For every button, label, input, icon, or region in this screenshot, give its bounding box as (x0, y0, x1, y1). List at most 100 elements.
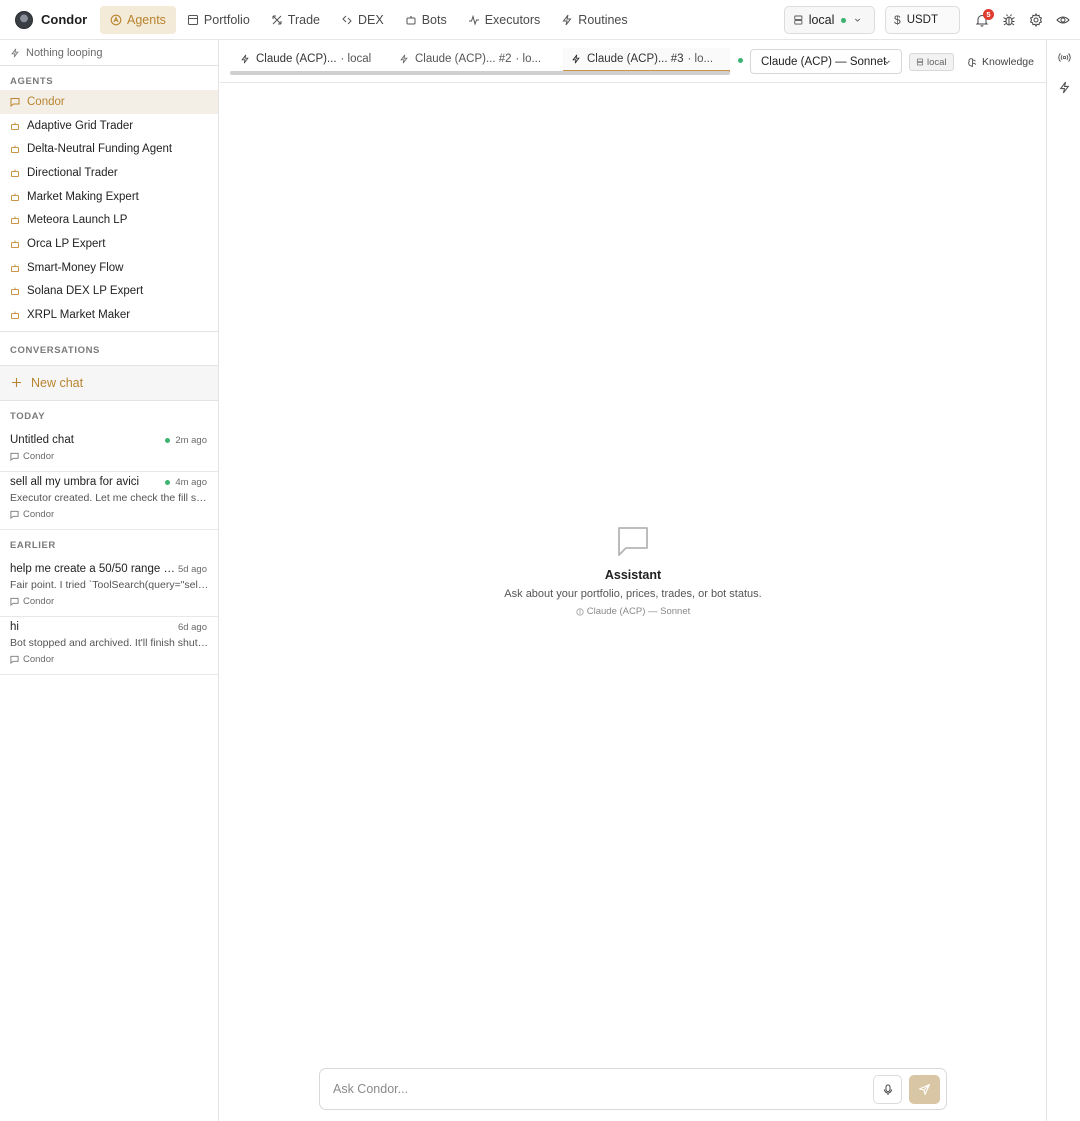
chat-icon (10, 452, 19, 461)
top-right-controls: local $ USDT 5 (784, 0, 1080, 40)
session-tabbar: Claude (ACP)... · local Claude (ACP)... … (220, 40, 1046, 83)
agent-label: Delta-Neutral Funding Agent (27, 143, 173, 156)
model-icon (576, 607, 584, 616)
conversation-title: help me create a 50/50 range in... (10, 562, 175, 575)
chevron-down-icon (854, 18, 860, 22)
conversation-agent: Condor (10, 594, 208, 609)
agent-item[interactable]: Solana DEX LP Expert (0, 280, 218, 304)
nav-agents-label: Agents (127, 12, 166, 27)
agent-item[interactable]: Delta-Neutral Funding Agent (0, 137, 218, 161)
plus-icon (12, 378, 21, 388)
brand[interactable]: Condor (0, 0, 100, 40)
bug-icon (1002, 14, 1015, 26)
agent-item-condor[interactable]: Condor (0, 90, 218, 114)
nav-trade[interactable]: Trade (261, 6, 330, 34)
bolt-icon (572, 54, 580, 64)
currency-selector[interactable]: $ USDT (885, 6, 960, 34)
agent-item[interactable]: Directional Trader (0, 161, 218, 185)
agent-label: Market Making Expert (27, 190, 139, 203)
session-tab-1[interactable]: Claude (ACP)... · local (240, 48, 371, 70)
chat-icon (10, 97, 20, 107)
conversations-section-label: CONVERSATIONS (10, 344, 100, 356)
conversation-agent: Condor (10, 449, 208, 464)
session-tab-name: Claude (ACP)... #3 (587, 53, 684, 65)
session-tab-3[interactable]: Claude (ACP)... #3 · lo... (563, 48, 730, 72)
conversation-item[interactable]: sell all my umbra for avici 4m ago Execu… (0, 472, 218, 530)
bot-icon (11, 264, 19, 272)
agent-item[interactable]: Orca LP Expert (0, 232, 218, 256)
env-tag[interactable]: local (909, 53, 954, 71)
model-name: Claude (ACP) — Sonnet (761, 55, 887, 68)
condor-logo-icon (15, 10, 33, 29)
session-tab-2[interactable]: Claude (ACP)... #2 · lo... (399, 48, 541, 70)
nav-routines-label: Routines (578, 12, 628, 27)
message-composer (319, 1068, 947, 1110)
mic-button[interactable] (873, 1075, 902, 1104)
bolt-icon (11, 48, 19, 57)
conversation-preview: Executor created. Let me check the fill … (10, 491, 209, 504)
nav-portfolio[interactable]: Portfolio (177, 6, 260, 34)
executors-icon (468, 14, 479, 26)
nav-executors-label: Executors (484, 12, 541, 27)
agent-item[interactable]: Market Making Expert (0, 185, 218, 209)
session-tab-suffix: · lo... (515, 53, 542, 65)
dex-icon (342, 15, 352, 24)
notifications-button[interactable]: 5 (968, 6, 995, 34)
server-name: local (808, 13, 835, 27)
currency-name: USDT (906, 14, 938, 26)
live-feed-button[interactable] (1047, 42, 1080, 72)
message-input[interactable] (333, 1082, 853, 1096)
bot-icon (11, 169, 19, 177)
nav-routines[interactable]: Routines (551, 6, 637, 34)
conversation-item[interactable]: Untitled chat 2m ago Condor (0, 430, 218, 472)
conversation-time: 6d ago (177, 621, 207, 633)
nav-bots-label: Bots (421, 12, 447, 27)
earlier-group-label: EARLIER (10, 539, 56, 551)
nav-bots[interactable]: Bots (395, 6, 457, 34)
agent-list: Condor Adaptive Grid Trader Delta-Neutra… (0, 90, 218, 332)
server-selector[interactable]: local (784, 6, 875, 34)
agents-icon (110, 14, 122, 25)
dollar-icon: $ (894, 13, 901, 27)
conversation-time: 2m ago (165, 435, 207, 446)
agent-label: Smart-Money Flow (27, 261, 124, 274)
settings-button[interactable] (1022, 6, 1049, 34)
bot-icon (11, 145, 19, 154)
loop-status: Nothing looping (0, 40, 218, 66)
new-chat-button[interactable]: New chat (0, 364, 218, 401)
tab-scrollbar[interactable] (230, 71, 730, 75)
empty-state-subtitle: Ask about your portfolio, prices, trades… (504, 588, 762, 600)
conversation-title: sell all my umbra for avici (10, 475, 140, 488)
chat-bubble-icon (618, 527, 648, 556)
bot-icon (11, 216, 19, 225)
send-button[interactable] (909, 1075, 940, 1104)
agent-item[interactable]: Smart-Money Flow (0, 256, 218, 280)
agent-item[interactable]: XRPL Market Maker (0, 303, 218, 327)
bolt-icon (400, 54, 408, 64)
bolt-icon (241, 54, 249, 64)
agent-label: Condor (27, 95, 65, 108)
visibility-button[interactable] (1049, 6, 1076, 34)
routines-panel-button[interactable] (1047, 72, 1080, 102)
microphone-icon (883, 1084, 892, 1095)
nav-dex[interactable]: DEX (331, 6, 394, 34)
notification-count: 5 (983, 9, 994, 20)
debug-button[interactable] (995, 6, 1022, 34)
agent-item[interactable]: Meteora Launch LP (0, 208, 218, 232)
knowledge-button[interactable]: Knowledge (967, 54, 1034, 70)
conversation-time: 5d ago (177, 563, 207, 575)
bot-icon (11, 193, 19, 201)
nav-agents[interactable]: Agents (100, 5, 176, 34)
nav-portfolio-label: Portfolio (203, 12, 250, 27)
loop-status-text: Nothing looping (26, 46, 103, 59)
nav-trade-label: Trade (287, 12, 320, 27)
conversation-item[interactable]: hi 6d ago Bot stopped and archived. It'l… (0, 617, 218, 675)
bot-icon (11, 122, 19, 130)
model-selector[interactable]: Claude (ACP) — Sonnet (750, 49, 902, 74)
knowledge-label: Knowledge (982, 56, 1034, 68)
conversation-item[interactable]: help me create a 50/50 range in... 5d ag… (0, 559, 218, 617)
bot-icon (11, 287, 19, 296)
nav-executors[interactable]: Executors (458, 6, 551, 34)
agent-item[interactable]: Adaptive Grid Trader (0, 114, 218, 138)
nav-dex-label: DEX (357, 12, 384, 27)
